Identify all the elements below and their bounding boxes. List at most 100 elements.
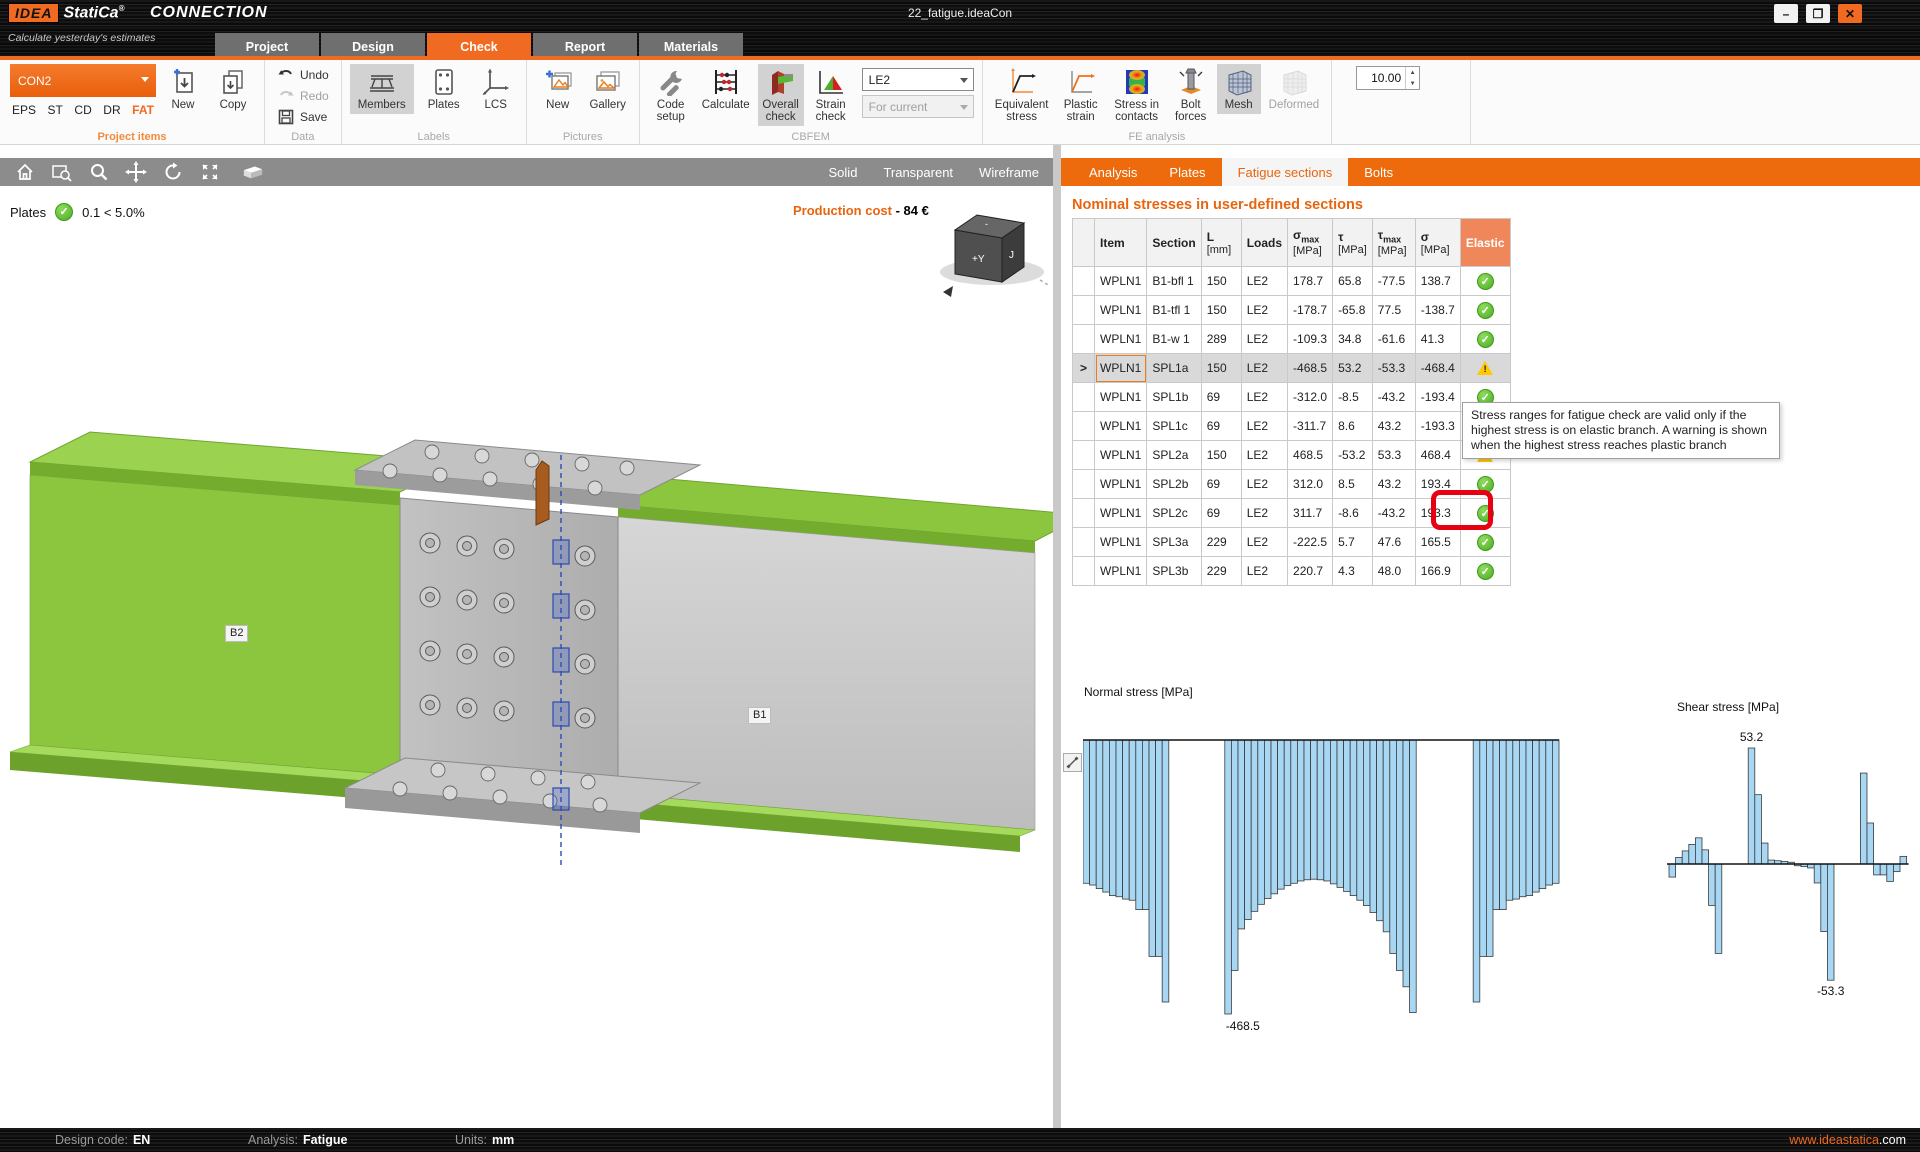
analysis-mode-switch: EPS ST CD DR FAT bbox=[10, 103, 156, 117]
ribbon-group-project-items: CON2 EPS ST CD DR FAT New bbox=[0, 60, 265, 144]
group-label-project-items: Project items bbox=[0, 131, 264, 143]
table-row-spl3b[interactable]: WPLN1SPL3b229LE2220.74.348.0166.9✓ bbox=[1073, 557, 1511, 586]
new-project-button[interactable]: New bbox=[160, 64, 206, 114]
redo-icon bbox=[277, 88, 295, 104]
for-current-value: For current bbox=[869, 100, 928, 114]
bolt-forces-button[interactable]: Mesh Bolt forces bbox=[1169, 64, 1213, 126]
table-row-b1-tfl-1[interactable]: WPLN1B1-tfl 1150LE2-178.7-65.877.5-138.7… bbox=[1073, 296, 1511, 325]
ribbon-group-labels: Members Plates LCS Labels bbox=[342, 60, 527, 144]
column-header[interactable]: τ[MPa] bbox=[1333, 219, 1373, 267]
table-row-b1-bfl-1[interactable]: WPLN1B1-bfl 1150LE2178.765.8-77.5138.7✓ bbox=[1073, 267, 1511, 296]
gallery-button[interactable]: Gallery bbox=[585, 64, 631, 114]
redo-button[interactable]: Redo bbox=[273, 87, 333, 105]
table-row-spl1c[interactable]: WPLN1SPL1c69LE2-311.78.643.2-193.3✓ bbox=[1073, 412, 1511, 441]
website-link[interactable]: www.ideastatica.com bbox=[1789, 1133, 1906, 1147]
ribbon-tab-strip: Calculate yesterday's estimates Project … bbox=[0, 27, 1920, 60]
ribbon: CON2 EPS ST CD DR FAT New bbox=[0, 60, 1920, 145]
calculate-button[interactable]: Calculate bbox=[698, 64, 754, 114]
title-bar: IDEA StatiCa® CONNECTION 22_fatigue.idea… bbox=[0, 0, 1920, 27]
column-header[interactable]: σ[MPa] bbox=[1415, 219, 1460, 267]
copy-button[interactable]: Copy bbox=[210, 64, 256, 114]
table-row-b1-w-1[interactable]: WPLN1B1-w 1289LE2-109.334.8-61.641.3✓ bbox=[1073, 325, 1511, 354]
deformed-toggle-button[interactable]: Deformed bbox=[1265, 64, 1324, 114]
column-header[interactable]: σmax[MPa] bbox=[1288, 219, 1333, 267]
vertical-splitter[interactable] bbox=[1053, 145, 1061, 1128]
svg-text:-: - bbox=[985, 219, 988, 229]
spinner-arrows[interactable]: ▲▼ bbox=[1405, 67, 1419, 89]
load-effect-select[interactable]: LE2 bbox=[862, 68, 974, 91]
scale-value: 10.00 bbox=[1357, 67, 1405, 89]
panel-tab-bolts[interactable]: Bolts bbox=[1348, 158, 1409, 186]
table-row-spl3a[interactable]: WPLN1SPL3a229LE2-222.55.747.6165.5✓ bbox=[1073, 528, 1511, 557]
mesh-toggle-button[interactable]: Mesh bbox=[1217, 64, 1261, 114]
mode-cd[interactable]: CD bbox=[74, 103, 91, 117]
panel-tab-fatigue-sections[interactable]: Fatigue sections bbox=[1222, 158, 1349, 186]
normal-stress-chart-title: Normal stress [MPa] bbox=[1084, 685, 1193, 699]
chevron-down-icon bbox=[960, 105, 968, 110]
members-icon bbox=[367, 67, 397, 97]
document-title: 22_fatigue.ideaCon bbox=[0, 6, 1920, 20]
check-ok-icon: ✓ bbox=[1477, 534, 1494, 551]
status-bar: Design code:EN Analysis:Fatigue Units:mm… bbox=[0, 1128, 1920, 1152]
members-toggle-button[interactable]: Members bbox=[350, 64, 414, 114]
ribbon-group-scale: 10.00 ▲▼ bbox=[1332, 60, 1471, 144]
mode-fat[interactable]: FAT bbox=[132, 103, 154, 117]
panel-tab-analysis[interactable]: Analysis bbox=[1073, 158, 1153, 186]
elastic-warning-tooltip: Stress ranges for fatigue check are vali… bbox=[1462, 402, 1780, 459]
stress-in-contacts-button[interactable]: Stress in contacts bbox=[1109, 64, 1165, 126]
deformed-scale-spinner[interactable]: 10.00 ▲▼ bbox=[1356, 66, 1420, 90]
ribbon-group-pictures: New Gallery Pictures bbox=[527, 60, 640, 144]
mode-st[interactable]: ST bbox=[48, 103, 63, 117]
new-picture-button[interactable]: New bbox=[535, 64, 581, 114]
gallery-icon bbox=[593, 67, 623, 97]
column-header[interactable]: Elastic bbox=[1460, 219, 1510, 267]
plates-toggle-button[interactable]: Plates bbox=[418, 64, 470, 114]
table-row-spl2a[interactable]: WPLN1SPL2a150LE2468.5-53.253.3468.4! bbox=[1073, 441, 1511, 470]
nominal-stresses-table[interactable]: ItemSectionL[mm]Loadsσmax[MPa]τ[MPa]τmax… bbox=[1072, 218, 1511, 586]
svg-text:J: J bbox=[1009, 250, 1014, 261]
close-button[interactable]: ✕ bbox=[1838, 4, 1862, 23]
equivalent-stress-icon bbox=[1007, 67, 1037, 97]
code-setup-button[interactable]: Code setup bbox=[648, 64, 694, 126]
ribbon-group-data: Undo Redo Save Data bbox=[265, 60, 342, 144]
mode-eps[interactable]: EPS bbox=[12, 103, 36, 117]
svg-text:-53.3: -53.3 bbox=[1817, 984, 1845, 998]
lcs-toggle-button[interactable]: LCS bbox=[474, 64, 518, 114]
for-current-select[interactable]: For current bbox=[862, 95, 974, 118]
pane-resize-handle[interactable] bbox=[1063, 753, 1082, 772]
save-button[interactable]: Save bbox=[273, 108, 333, 126]
undo-button[interactable]: Undo bbox=[273, 66, 333, 84]
overall-check-button[interactable]: Overall check bbox=[758, 64, 804, 126]
column-header[interactable]: L[mm] bbox=[1201, 219, 1241, 267]
table-row-spl1b[interactable]: WPLN1SPL1b69LE2-312.0-8.5-43.2-193.4✓ bbox=[1073, 383, 1511, 412]
shear-stress-chart: 53.2 -53.3 bbox=[1663, 718, 1915, 1018]
column-header[interactable]: Loads bbox=[1241, 219, 1287, 267]
plastic-strain-button[interactable]: Plastic strain bbox=[1057, 64, 1105, 126]
maximize-button[interactable]: ❐ bbox=[1806, 4, 1830, 23]
abacus-icon bbox=[711, 67, 741, 97]
column-header[interactable]: τmax[MPa] bbox=[1372, 219, 1415, 267]
status-design-code: Design code:EN bbox=[55, 1133, 150, 1147]
panel-tab-plates[interactable]: Plates bbox=[1153, 158, 1221, 186]
status-units: Units:mm bbox=[455, 1133, 514, 1147]
table-row-spl1a[interactable]: >WPLN1SPL1a150LE2-468.553.2-53.3-468.4! bbox=[1073, 354, 1511, 383]
idea-statica-connection-window: IDEA StatiCa® CONNECTION 22_fatigue.idea… bbox=[0, 0, 1920, 1152]
mode-dr[interactable]: DR bbox=[103, 103, 120, 117]
strain-check-button[interactable]: Strain check bbox=[808, 64, 854, 126]
undo-icon bbox=[277, 67, 295, 83]
column-header[interactable]: Section bbox=[1147, 219, 1201, 267]
warning-highlight-box bbox=[1431, 490, 1493, 530]
column-header[interactable]: Item bbox=[1095, 219, 1147, 267]
svg-text:53.2: 53.2 bbox=[1740, 730, 1764, 744]
minimize-button[interactable]: – bbox=[1774, 4, 1798, 23]
group-label-pictures: Pictures bbox=[527, 131, 639, 143]
3d-scene[interactable]: +Y J - bbox=[0, 145, 1053, 1128]
save-icon bbox=[277, 109, 295, 125]
ribbon-group-cbfem: Code setup Calculate Overall check Strai… bbox=[640, 60, 983, 144]
column-header[interactable] bbox=[1073, 219, 1095, 267]
equivalent-stress-button[interactable]: Equivalent stress bbox=[991, 64, 1053, 126]
connection-selector[interactable]: CON2 bbox=[10, 64, 156, 97]
check-ok-icon: ✓ bbox=[1477, 563, 1494, 580]
new-project-icon bbox=[168, 67, 198, 97]
plates-icon bbox=[429, 67, 459, 97]
